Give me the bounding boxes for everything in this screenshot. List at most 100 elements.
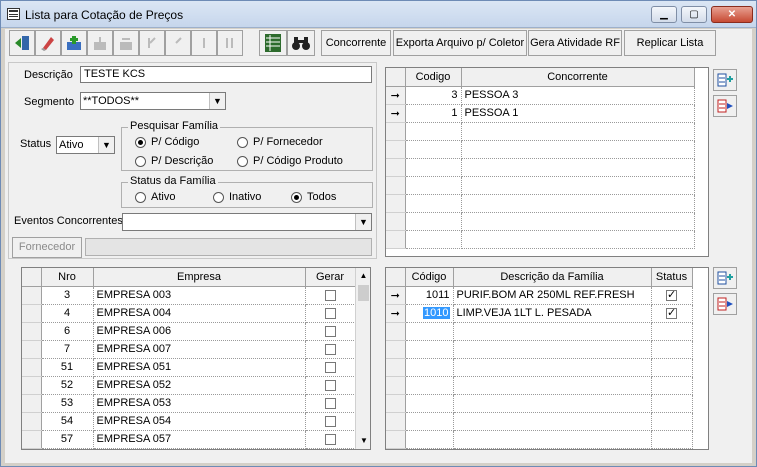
remove-familia-icon[interactable] xyxy=(713,293,737,315)
eraser-icon[interactable] xyxy=(35,30,61,56)
col-gerar[interactable]: Gerar xyxy=(305,268,356,287)
table-row[interactable]: 57 EMPRESA 057 xyxy=(22,430,356,449)
gera-atividade-button[interactable]: Gera Atividade RF xyxy=(528,30,622,56)
concorrente-button[interactable]: Concorrente xyxy=(321,30,391,56)
radio-p-codigo[interactable]: P/ Código xyxy=(135,136,199,148)
col-empresa[interactable]: Empresa xyxy=(93,268,306,287)
scroll-down-icon[interactable]: ▼ xyxy=(356,433,370,449)
radio-selected-icon xyxy=(135,136,146,148)
status-select[interactable]: Ativo ▼ xyxy=(56,136,115,154)
radio-selected-icon xyxy=(291,191,302,203)
minimize-button[interactable]: ▁ xyxy=(651,6,677,23)
gerar-checkbox[interactable] xyxy=(324,343,336,355)
radio-ativo[interactable]: Ativo xyxy=(135,191,175,203)
prev-disabled-icon xyxy=(165,30,191,56)
radio-icon xyxy=(135,155,146,167)
empresas-scrollbar[interactable]: ▲ ▼ xyxy=(355,268,370,449)
descricao-label: Descrição xyxy=(24,69,73,81)
close-button[interactable]: ✕ xyxy=(711,6,753,23)
concorrentes-grid: Codigo Concorrente ➞ 3 PESSOA 3 ➞ 1 PESSOA 1 xyxy=(385,67,709,257)
arrow-right-icon: ➞ xyxy=(386,286,406,305)
gerar-checkbox[interactable] xyxy=(324,379,336,391)
table-row[interactable]: 51 EMPRESA 051 xyxy=(22,358,356,377)
col-concorrente[interactable]: Concorrente xyxy=(461,68,695,87)
remove-concorrente-icon[interactable] xyxy=(713,95,737,117)
grid-corner xyxy=(386,268,406,287)
gerar-checkbox[interactable] xyxy=(324,289,336,301)
status-value: Ativo xyxy=(59,139,84,151)
new-record-icon[interactable] xyxy=(61,30,87,56)
table-row[interactable]: 4 EMPRESA 004 xyxy=(22,304,356,323)
table-row[interactable]: 6 EMPRESA 006 xyxy=(22,322,356,341)
gerar-checkbox[interactable] xyxy=(324,307,336,319)
pesquisar-familia-title: Pesquisar Família xyxy=(128,120,221,132)
gerar-checkbox[interactable] xyxy=(324,433,336,445)
binoculars-icon[interactable] xyxy=(287,30,315,56)
radio-p-fornecedor[interactable]: P/ Fornecedor xyxy=(237,136,323,148)
radio-todos[interactable]: Todos xyxy=(291,191,336,203)
table-row[interactable]: 52 EMPRESA 052 xyxy=(22,376,356,395)
exit-icon[interactable] xyxy=(9,30,35,56)
title-bar: Lista para Cotação de Preços ▁ ▢ ✕ xyxy=(1,1,756,28)
table-row[interactable]: 53 EMPRESA 053 xyxy=(22,394,356,413)
arrow-right-icon: ➞ xyxy=(386,304,406,323)
add-concorrente-icon[interactable] xyxy=(713,69,737,91)
col-status-familia[interactable]: Status xyxy=(651,268,693,287)
main-window: Lista para Cotação de Preços ▁ ▢ ✕ Conco… xyxy=(0,0,757,467)
table-row[interactable]: 3 EMPRESA 003 xyxy=(22,286,356,305)
col-codigo[interactable]: Codigo xyxy=(405,68,462,87)
chevron-down-icon[interactable]: ▼ xyxy=(98,137,114,153)
gerar-checkbox[interactable] xyxy=(324,325,336,337)
radio-icon xyxy=(213,191,224,203)
radio-p-descricao[interactable]: P/ Descrição xyxy=(135,155,213,167)
empresas-grid: Nro Empresa Gerar 3 EMPRESA 003 4 EMPRESA 00… xyxy=(21,267,371,450)
chevron-down-icon[interactable]: ▼ xyxy=(355,214,371,230)
table-row[interactable]: ➞ 1010 LIMP.VEJA 1LT L. PESADA xyxy=(386,304,693,323)
maximize-button[interactable]: ▢ xyxy=(681,6,707,23)
descricao-input[interactable]: TESTE KCS xyxy=(80,66,372,83)
eventos-concorrentes-label: Eventos Concorrentes xyxy=(14,215,123,227)
client-area: Concorrente Exporta Arquivo p/ Coletor G… xyxy=(5,29,752,463)
fornecedor-button: Fornecedor xyxy=(12,237,82,258)
col-descricao-familia[interactable]: Descrição da Família xyxy=(453,268,652,287)
status-checkbox[interactable] xyxy=(666,306,677,319)
first-disabled-icon xyxy=(139,30,165,56)
add-familia-icon[interactable] xyxy=(713,267,737,289)
segmento-label: Segmento xyxy=(24,96,75,108)
last-disabled-icon xyxy=(217,30,243,56)
radio-p-codigo-produto[interactable]: P/ Código Produto xyxy=(237,155,343,167)
next-disabled-icon xyxy=(191,30,217,56)
radio-inativo[interactable]: Inativo xyxy=(213,191,261,203)
fornecedor-field xyxy=(85,238,372,256)
remove-disabled-icon xyxy=(113,30,139,56)
replicar-lista-button[interactable]: Replicar Lista xyxy=(624,30,716,56)
radio-icon xyxy=(237,136,248,148)
status-checkbox[interactable] xyxy=(666,288,677,301)
segmento-value: **TODOS** xyxy=(83,95,140,107)
table-row[interactable]: ➞ 1 PESSOA 1 xyxy=(386,104,695,123)
exporta-arquivo-button[interactable]: Exporta Arquivo p/ Coletor xyxy=(393,30,527,56)
col-nro[interactable]: Nro xyxy=(41,268,94,287)
scroll-up-icon[interactable]: ▲ xyxy=(356,268,370,284)
gerar-checkbox[interactable] xyxy=(324,397,336,409)
window-title: Lista para Cotação de Preços xyxy=(25,8,184,22)
table-row[interactable]: ➞ 1011 PURIF.BOM AR 250ML REF.FRESH xyxy=(386,286,693,305)
segmento-select[interactable]: **TODOS** ▼ xyxy=(80,92,226,110)
table-row[interactable]: ➞ 3 PESSOA 3 xyxy=(386,86,695,105)
table-row[interactable]: 7 EMPRESA 007 xyxy=(22,340,356,359)
eventos-concorrentes-select[interactable]: ▼ xyxy=(122,213,372,231)
chevron-down-icon[interactable]: ▼ xyxy=(209,93,225,109)
grid-view-icon[interactable] xyxy=(259,30,287,56)
app-icon xyxy=(7,8,20,20)
gerar-checkbox[interactable] xyxy=(324,415,336,427)
status-familia-title: Status da Família xyxy=(128,175,218,187)
radio-icon xyxy=(135,191,146,203)
familias-grid: Código Descrição da Família Status ➞ 1011 PU… xyxy=(385,267,709,450)
selected-codigo-cell[interactable]: 1010 xyxy=(423,307,450,319)
col-codigo-familia[interactable]: Código xyxy=(405,268,454,287)
radio-icon xyxy=(237,155,248,167)
scroll-thumb[interactable] xyxy=(358,285,369,301)
table-row[interactable]: 54 EMPRESA 054 xyxy=(22,412,356,431)
gerar-checkbox[interactable] xyxy=(324,361,336,373)
grid-corner xyxy=(22,268,42,287)
